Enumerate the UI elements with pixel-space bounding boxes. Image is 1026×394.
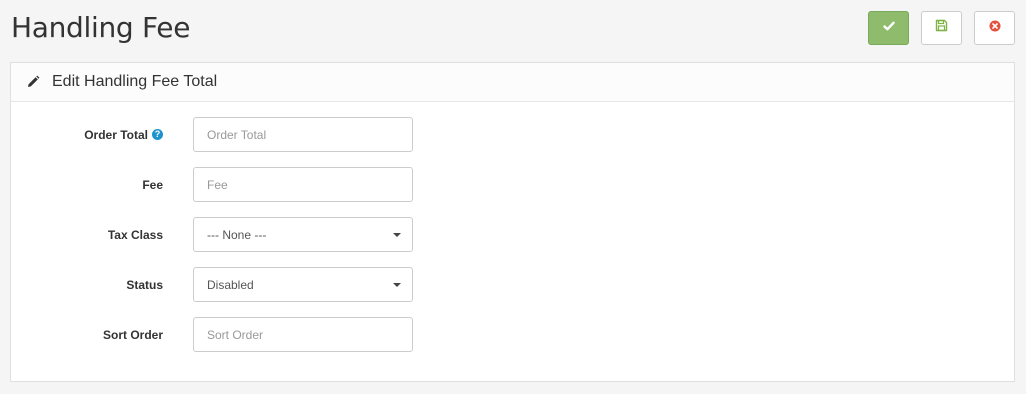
chevron-down-icon <box>393 283 401 287</box>
floppy-disk-icon <box>935 19 948 37</box>
panel-title: Edit Handling Fee Total <box>52 73 218 90</box>
fee-input[interactable] <box>193 167 413 202</box>
pencil-icon <box>26 74 42 90</box>
tax-class-label: Tax Class <box>107 227 163 242</box>
form-row-status: Status Disabled <box>11 267 1014 302</box>
page-title: Handling Fee <box>11 11 191 44</box>
edit-panel: Edit Handling Fee Total Order Total ? Fe… <box>10 62 1015 382</box>
status-selected: Disabled <box>207 277 254 292</box>
cancel-circle-icon <box>989 19 1001 37</box>
question-circle-icon[interactable]: ? <box>152 129 163 140</box>
form-row-tax-class: Tax Class --- None --- <box>11 217 1014 252</box>
tax-class-select[interactable]: --- None --- <box>193 217 413 252</box>
check-icon <box>882 19 895 37</box>
toolbar <box>868 11 1015 45</box>
cancel-button[interactable] <box>974 11 1015 45</box>
fee-label: Fee <box>142 177 163 192</box>
status-label: Status <box>126 277 163 292</box>
order-total-label: Order Total ? <box>84 117 163 152</box>
sort-order-input[interactable] <box>193 317 413 352</box>
order-total-label-text: Order Total <box>84 127 148 142</box>
tax-class-selected: --- None --- <box>207 227 267 242</box>
sort-order-label: Sort Order <box>102 327 163 342</box>
form-row-order-total: Order Total ? <box>11 117 1014 152</box>
chevron-down-icon <box>393 233 401 237</box>
save-button[interactable] <box>868 11 909 45</box>
form-row-sort-order: Sort Order <box>11 317 1014 352</box>
order-total-input[interactable] <box>193 117 413 152</box>
form-row-fee: Fee <box>11 167 1014 202</box>
panel-heading: Edit Handling Fee Total <box>11 63 1014 102</box>
status-select[interactable]: Disabled <box>193 267 413 302</box>
save-and-stay-button[interactable] <box>921 11 962 45</box>
